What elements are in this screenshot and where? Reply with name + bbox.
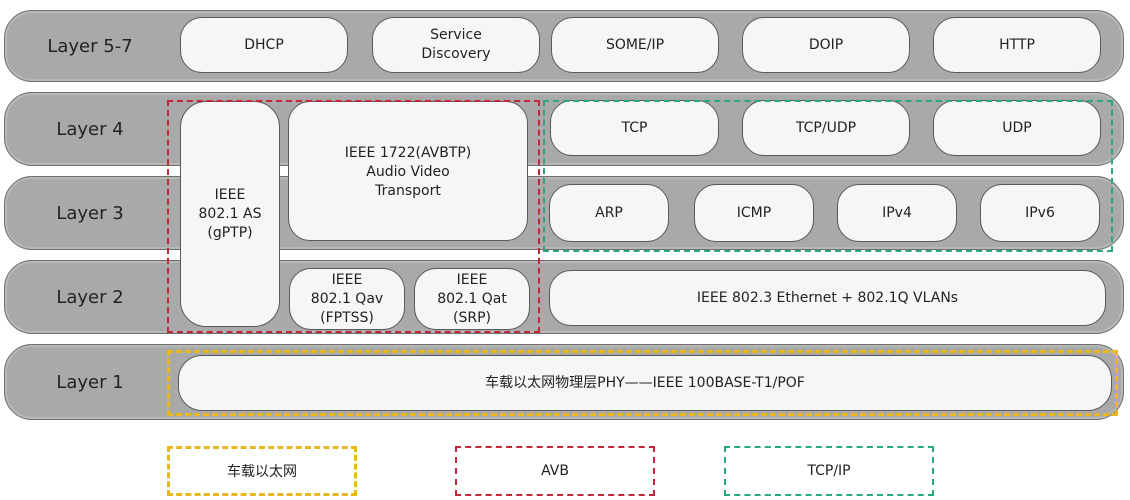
legend-label: AVB bbox=[541, 463, 569, 479]
layer-label: Layer 3 bbox=[56, 202, 124, 224]
layer-label: Layer 5-7 bbox=[47, 35, 133, 57]
protocol-arp: ARP bbox=[549, 184, 669, 242]
protocol-dhcp: DHCP bbox=[180, 17, 348, 73]
protocol-ethernet-vlan: IEEE 802.3 Ethernet + 802.1Q VLANs bbox=[549, 270, 1106, 326]
protocol-ipv6: IPv6 bbox=[980, 184, 1100, 242]
protocol-doip: DOIP bbox=[742, 17, 910, 73]
protocol-qat: IEEE 802.1 Qat (SRP) bbox=[414, 268, 530, 330]
protocol-some-ip: SOME/IP bbox=[551, 17, 719, 73]
protocol-gptp: IEEE 802.1 AS (gPTP) bbox=[180, 101, 280, 327]
protocol-ipv4: IPv4 bbox=[837, 184, 957, 242]
protocol-tcp: TCP bbox=[550, 100, 719, 156]
protocol-avbtp: IEEE 1722(AVBTP) Audio Video Transport bbox=[288, 101, 528, 241]
legend-label: TCP/IP bbox=[807, 463, 851, 479]
layer-label: Layer 2 bbox=[56, 286, 124, 308]
protocol-phy: 车载以太网物理层PHY——IEEE 100BASE-T1/POF bbox=[178, 355, 1112, 411]
protocol-icmp: ICMP bbox=[694, 184, 814, 242]
legend-avb: AVB bbox=[455, 446, 655, 496]
layer-label: Layer 1 bbox=[56, 371, 124, 393]
protocol-qav: IEEE 802.1 Qav (FPTSS) bbox=[289, 268, 405, 330]
protocol-service-discovery: Service Discovery bbox=[372, 17, 540, 73]
legend-label: 车载以太网 bbox=[227, 464, 297, 480]
legend-vehicle-ethernet: 车载以太网 bbox=[167, 446, 357, 496]
protocol-http: HTTP bbox=[933, 17, 1101, 73]
protocol-tcp-udp: TCP/UDP bbox=[742, 100, 910, 156]
layer-label: Layer 4 bbox=[56, 118, 124, 140]
protocol-udp: UDP bbox=[933, 100, 1101, 156]
legend-tcpip: TCP/IP bbox=[724, 446, 934, 496]
